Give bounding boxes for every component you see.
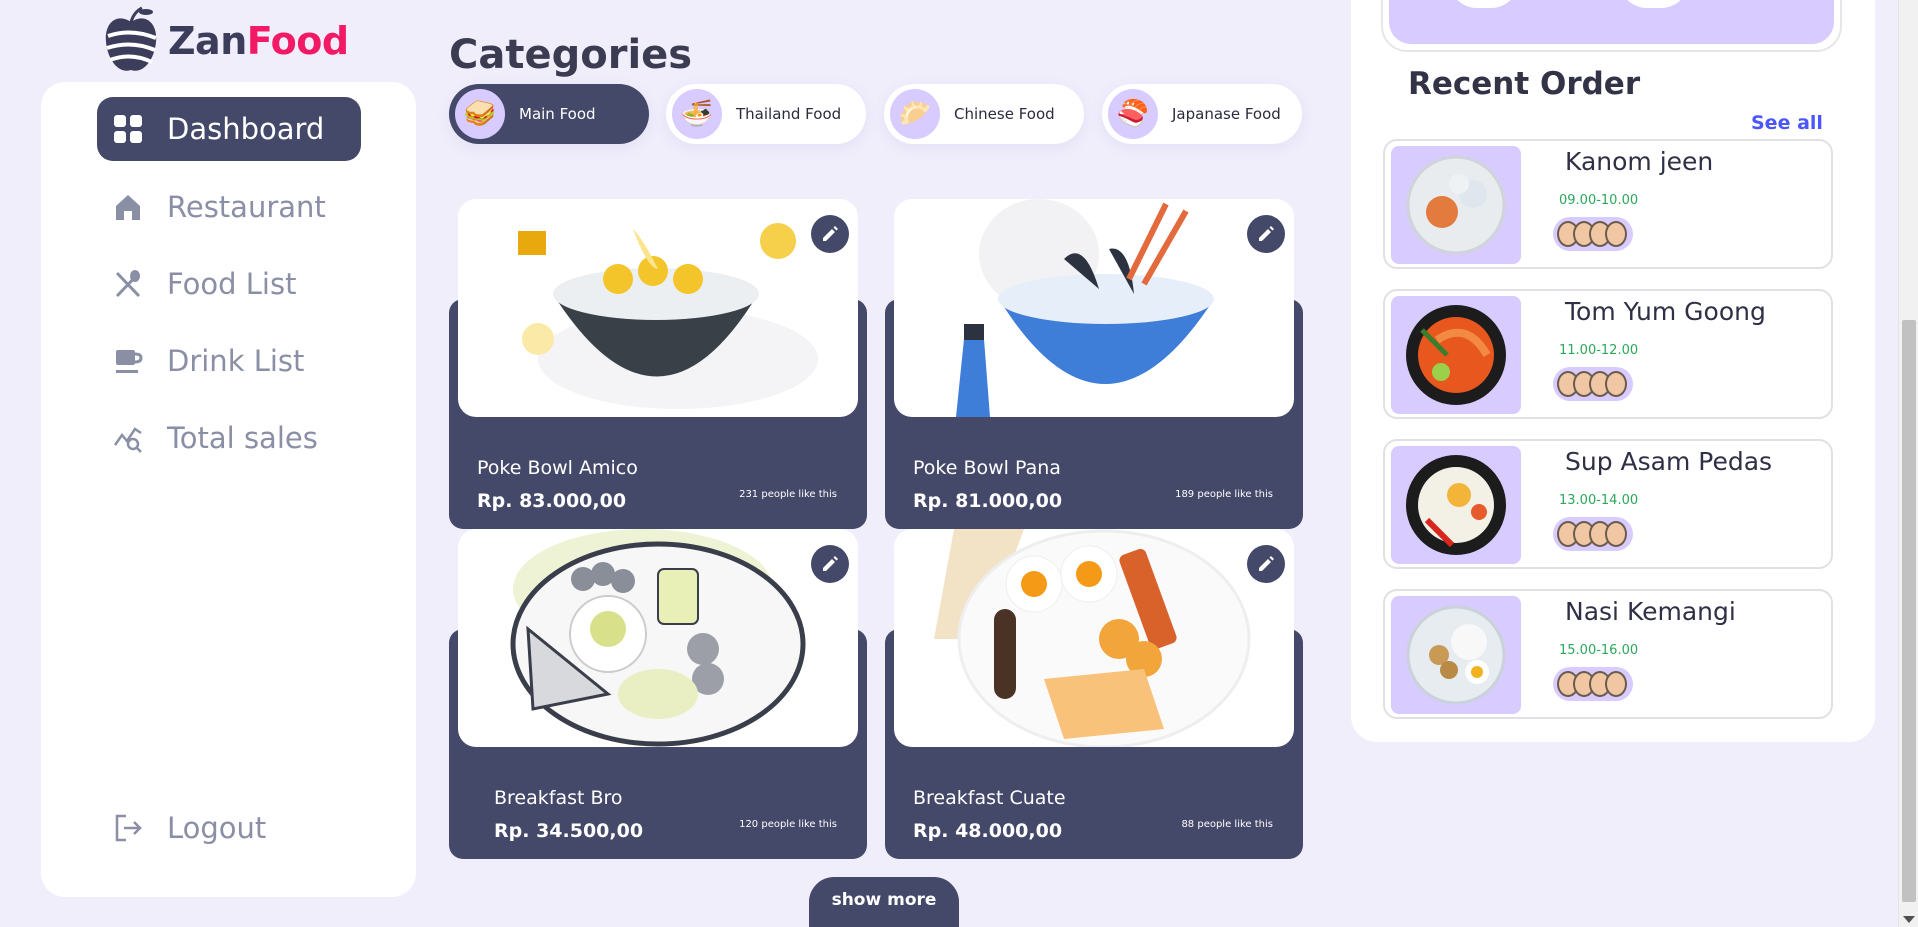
sidebar: Dashboard Restaurant Food List Drink Lis… <box>41 82 416 897</box>
category-thailand-food[interactable]: 🍜 Thailand Food <box>666 84 866 144</box>
food-name: Breakfast Bro <box>494 787 623 809</box>
show-more-button[interactable]: show more <box>809 877 959 927</box>
avatar <box>1605 221 1627 247</box>
order-name: Nasi Kemangi <box>1565 597 1736 626</box>
sales-chart-icon <box>111 421 145 455</box>
sidebar-item-label: Restaurant <box>167 190 326 224</box>
logout-label: Logout <box>167 811 267 845</box>
order-image <box>1391 446 1521 564</box>
food-price: Rp. 34.500,00 <box>494 820 644 842</box>
sidebar-item-total-sales[interactable]: Total sales <box>97 406 361 470</box>
food-name: Poke Bowl Amico <box>477 457 638 479</box>
scrollbar-thumb[interactable] <box>1902 320 1916 902</box>
category-label: Thailand Food <box>736 105 842 123</box>
order-name: Kanom jeen <box>1565 147 1714 176</box>
order-image <box>1391 596 1521 714</box>
order-name: Sup Asam Pedas <box>1565 447 1773 476</box>
sidebar-item-label: Food List <box>167 267 297 301</box>
edit-icon[interactable] <box>1247 545 1285 583</box>
avatar <box>1605 521 1627 547</box>
avatar-group <box>1553 517 1633 551</box>
food-card-breakfast-bro[interactable]: Breakfast Bro Rp. 34.500,00 120 people l… <box>449 529 867 859</box>
sandwich-icon: 🥪 <box>455 89 505 139</box>
avatar-group <box>1553 217 1633 251</box>
order-item[interactable]: Sup Asam Pedas 13.00-14.00 <box>1383 439 1833 569</box>
edit-icon[interactable] <box>1247 215 1285 253</box>
order-item[interactable]: Nasi Kemangi 15.00-16.00 <box>1383 589 1833 719</box>
food-image <box>894 199 1294 417</box>
scroll-down-arrow-icon[interactable] <box>1903 916 1915 923</box>
noodle-bowl-icon: 🍜 <box>672 89 722 139</box>
recent-order-title: Recent Order <box>1408 66 1641 102</box>
order-time: 11.00-12.00 <box>1559 343 1639 358</box>
categories-title: Categories <box>449 32 693 78</box>
order-time: 13.00-14.00 <box>1559 493 1639 508</box>
order-item[interactable]: Kanom jeen 09.00-10.00 <box>1383 139 1833 269</box>
see-all-link[interactable]: See all <box>1751 112 1823 134</box>
logout-button[interactable]: Logout <box>97 796 361 860</box>
food-name: Poke Bowl Pana <box>913 457 1061 479</box>
cup-icon <box>111 344 145 378</box>
vertical-scrollbar[interactable] <box>1898 0 1918 927</box>
food-likes: 189 people like this <box>1175 489 1273 500</box>
avatar-group <box>1553 667 1633 701</box>
avatar <box>1605 671 1627 697</box>
sidebar-item-label: Dashboard <box>167 112 325 146</box>
category-chinese-food[interactable]: 🥟 Chinese Food <box>884 84 1084 144</box>
order-item[interactable]: Tom Yum Goong 11.00-12.00 <box>1383 289 1833 419</box>
recent-order-panel: Recent Order See all Kanom jeen 09.00-10… <box>1351 0 1875 742</box>
food-name: Breakfast Cuate <box>913 787 1066 809</box>
food-likes: 88 people like this <box>1181 819 1273 830</box>
food-card-poke-bowl-amico[interactable]: Poke Bowl Amico Rp. 83.000,00 231 people… <box>449 199 867 529</box>
category-label: Japanase Food <box>1172 105 1281 123</box>
sidebar-item-drink-list[interactable]: Drink List <box>97 329 361 393</box>
logo: ZanFood <box>100 6 349 76</box>
dumpling-icon: 🥟 <box>890 89 940 139</box>
order-image <box>1391 296 1521 414</box>
food-price: Rp. 48.000,00 <box>913 820 1063 842</box>
sidebar-item-dashboard[interactable]: Dashboard <box>97 97 361 161</box>
avatar <box>1605 371 1627 397</box>
food-likes: 120 people like this <box>739 819 837 830</box>
food-card-poke-bowl-pana[interactable]: Poke Bowl Pana Rp. 81.000,00 189 people … <box>885 199 1303 529</box>
apple-tape-logo-icon <box>105 6 157 71</box>
sushi-icon: 🍣 <box>1108 89 1158 139</box>
edit-icon[interactable] <box>811 215 849 253</box>
top-card-strip <box>1381 0 1842 52</box>
order-time: 09.00-10.00 <box>1559 193 1639 208</box>
utensils-icon <box>111 267 145 301</box>
sidebar-item-label: Total sales <box>167 421 318 455</box>
category-label: Chinese Food <box>954 105 1055 123</box>
logout-icon <box>111 811 145 845</box>
order-name: Tom Yum Goong <box>1565 297 1766 326</box>
food-price: Rp. 83.000,00 <box>477 490 627 512</box>
food-card-breakfast-cuate[interactable]: Breakfast Cuate Rp. 48.000,00 88 people … <box>885 529 1303 859</box>
sidebar-item-food-list[interactable]: Food List <box>97 252 361 316</box>
food-image <box>458 199 858 417</box>
food-price: Rp. 81.000,00 <box>913 490 1063 512</box>
category-main-food[interactable]: 🥪 Main Food <box>449 84 649 144</box>
brand-name: ZanFood <box>168 19 349 63</box>
dashboard-icon <box>111 112 145 146</box>
category-label: Main Food <box>519 105 596 123</box>
avatar-group <box>1553 367 1633 401</box>
sidebar-item-label: Drink List <box>167 344 305 378</box>
food-image <box>458 529 858 747</box>
order-image <box>1391 146 1521 264</box>
food-image <box>894 529 1294 747</box>
category-japanase-food[interactable]: 🍣 Japanase Food <box>1102 84 1302 144</box>
food-likes: 231 people like this <box>739 489 837 500</box>
home-icon <box>111 190 145 224</box>
order-time: 15.00-16.00 <box>1559 643 1639 658</box>
edit-icon[interactable] <box>811 545 849 583</box>
sidebar-item-restaurant[interactable]: Restaurant <box>97 175 361 239</box>
